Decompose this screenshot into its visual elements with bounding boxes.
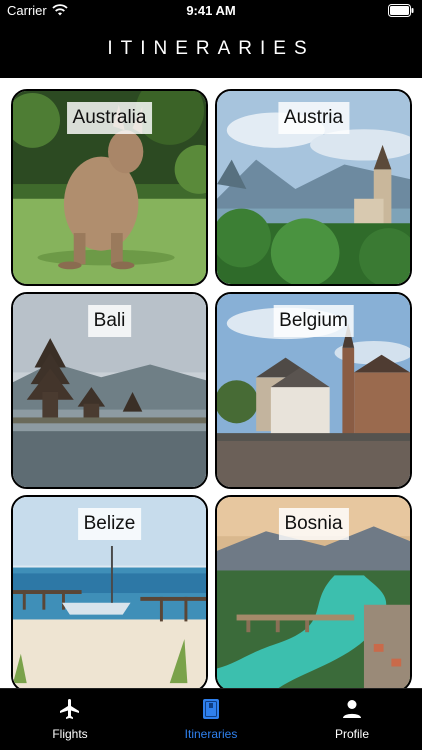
destination-label: Austria xyxy=(277,102,350,134)
destination-card-bali[interactable]: Bali xyxy=(11,292,208,489)
book-icon xyxy=(203,699,219,719)
tab-itineraries[interactable]: Itineraries xyxy=(141,689,281,750)
tab-label: Itineraries xyxy=(184,727,238,741)
status-bar: Carrier 9:41 AM xyxy=(0,0,422,22)
tab-flights[interactable]: Flights xyxy=(0,689,140,750)
nav-bar: ITINERARIES xyxy=(0,22,422,78)
person-icon xyxy=(343,700,361,718)
page-title: ITINERARIES xyxy=(107,38,315,59)
destination-label: Bali xyxy=(87,305,132,337)
destination-card-belize[interactable]: Belize xyxy=(11,495,208,688)
destination-card-belgium[interactable]: Belgium xyxy=(215,292,412,489)
destination-label: Belize xyxy=(77,508,142,540)
destination-card-austria[interactable]: Austria xyxy=(215,89,412,286)
tab-label: Profile xyxy=(334,727,369,741)
clock: 9:41 AM xyxy=(186,3,236,18)
destination-label: Belgium xyxy=(273,305,354,337)
tab-bar: Flights Itineraries Profile xyxy=(0,688,422,750)
tab-profile[interactable]: Profile xyxy=(282,689,422,750)
destination-label: Australia xyxy=(66,102,153,134)
battery-icon xyxy=(388,4,414,17)
tab-label: Flights xyxy=(52,727,88,741)
destination-card-australia[interactable]: Australia xyxy=(11,89,208,286)
destination-card-bosnia[interactable]: Bosnia xyxy=(215,495,412,688)
destination-label: Bosnia xyxy=(278,508,349,540)
airplane-icon xyxy=(60,699,79,719)
destination-grid[interactable]: Australia Austria Bali Belgium Belize Bo… xyxy=(0,78,422,688)
